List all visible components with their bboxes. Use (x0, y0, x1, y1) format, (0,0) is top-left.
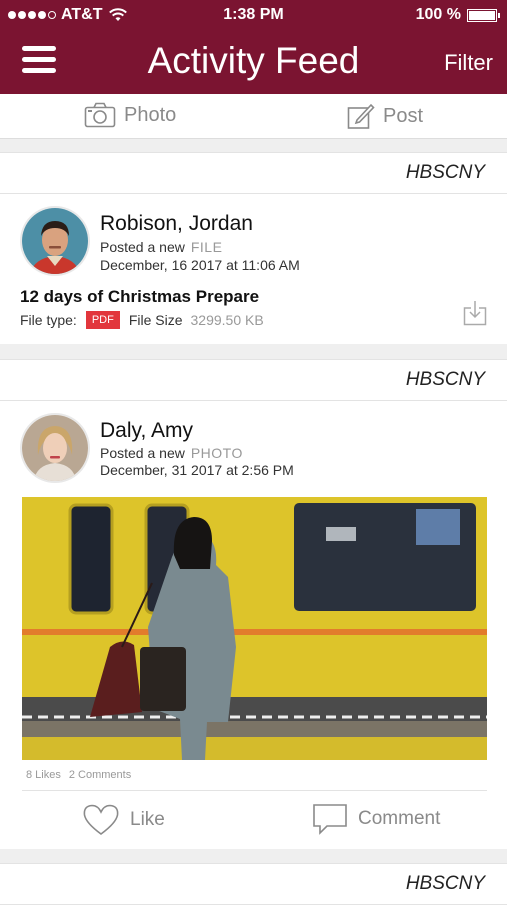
filter-button[interactable]: Filter (444, 50, 493, 76)
post-action: Posted a new FILE (100, 239, 223, 255)
comment-icon (313, 804, 347, 835)
post-stats: 8 Likes 2 Comments (26, 769, 139, 781)
author-name[interactable]: Robison, Jordan (100, 212, 253, 236)
battery-percent: 100 % (415, 6, 461, 23)
post-type: PHOTO (190, 445, 243, 461)
avatar[interactable] (22, 415, 88, 481)
group-header: HBSCNY (0, 359, 507, 401)
likes-count[interactable]: 8 Likes (26, 769, 61, 781)
photo-label: Photo (124, 103, 177, 126)
feed-post-file: Robison, Jordan Posted a new FILE Decembe… (0, 194, 507, 344)
group-name: HBSCNY (405, 369, 485, 390)
battery-icon (467, 8, 500, 22)
group-header: HBSCNY (0, 152, 507, 194)
camera-icon (84, 102, 116, 128)
photo-button[interactable]: Photo (84, 102, 176, 128)
group-name: HBSCNY (405, 162, 485, 183)
status-bar: AT&T 1:38 PM 100 % (0, 0, 507, 32)
post-photo[interactable] (22, 497, 487, 760)
post-label: Post (383, 104, 424, 127)
post-date: December, 16 2017 at 11:06 AM (100, 257, 300, 273)
feed-post-photo: Daly, Amy Posted a new PHOTO December, 31… (0, 401, 507, 849)
divider (22, 790, 487, 791)
avatar[interactable] (22, 208, 88, 274)
group-header: HBSCNY (0, 863, 507, 905)
comment-label: Comment (358, 808, 441, 829)
file-size-label: File Size (128, 312, 183, 328)
like-button[interactable]: Like (82, 803, 165, 837)
group-name: HBSCNY (405, 873, 485, 894)
compose-icon (347, 103, 375, 129)
pdf-badge: PDF (85, 311, 120, 329)
file-title[interactable]: 12 days of Christmas Prepare (20, 287, 259, 307)
heart-icon (83, 804, 119, 835)
file-size-value: 3299.50 KB (190, 312, 264, 328)
like-label: Like (130, 809, 165, 830)
post-date: December, 31 2017 at 2:56 PM (100, 462, 294, 478)
page-title: Activity Feed (147, 40, 360, 81)
comments-count[interactable]: 2 Comments (69, 769, 131, 781)
post-action: Posted a new PHOTO (100, 445, 243, 461)
author-name[interactable]: Daly, Amy (100, 419, 193, 443)
nav-bar: Activity Feed Filter (0, 32, 507, 94)
file-info: File type: PDF File Size 3299.50 KB (20, 311, 264, 329)
post-type: FILE (190, 239, 223, 255)
file-type-label: File type: (20, 312, 77, 328)
download-icon[interactable] (463, 300, 487, 326)
post-button[interactable]: Post (347, 102, 423, 130)
comment-button[interactable]: Comment (312, 803, 440, 835)
composer-bar: Photo Post (0, 94, 507, 139)
